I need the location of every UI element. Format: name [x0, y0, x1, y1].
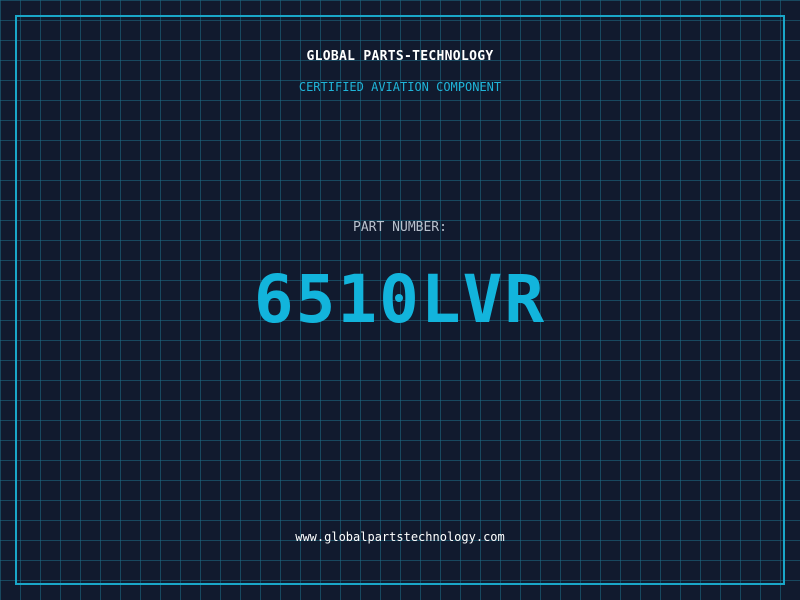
- certification-subtitle: CERTIFIED AVIATION COMPONENT: [298, 80, 502, 94]
- part-number-label: PART NUMBER:: [353, 220, 447, 235]
- part-number-value: 6510LVR: [253, 261, 547, 338]
- company-name: GLOBAL PARTS-TECHNOLOGY: [306, 49, 494, 64]
- certificate-card: GLOBAL PARTS-TECHNOLOGY CERTIFIED AVIATI…: [0, 0, 800, 600]
- website-url: www.globalpartstechnology.com: [295, 530, 505, 544]
